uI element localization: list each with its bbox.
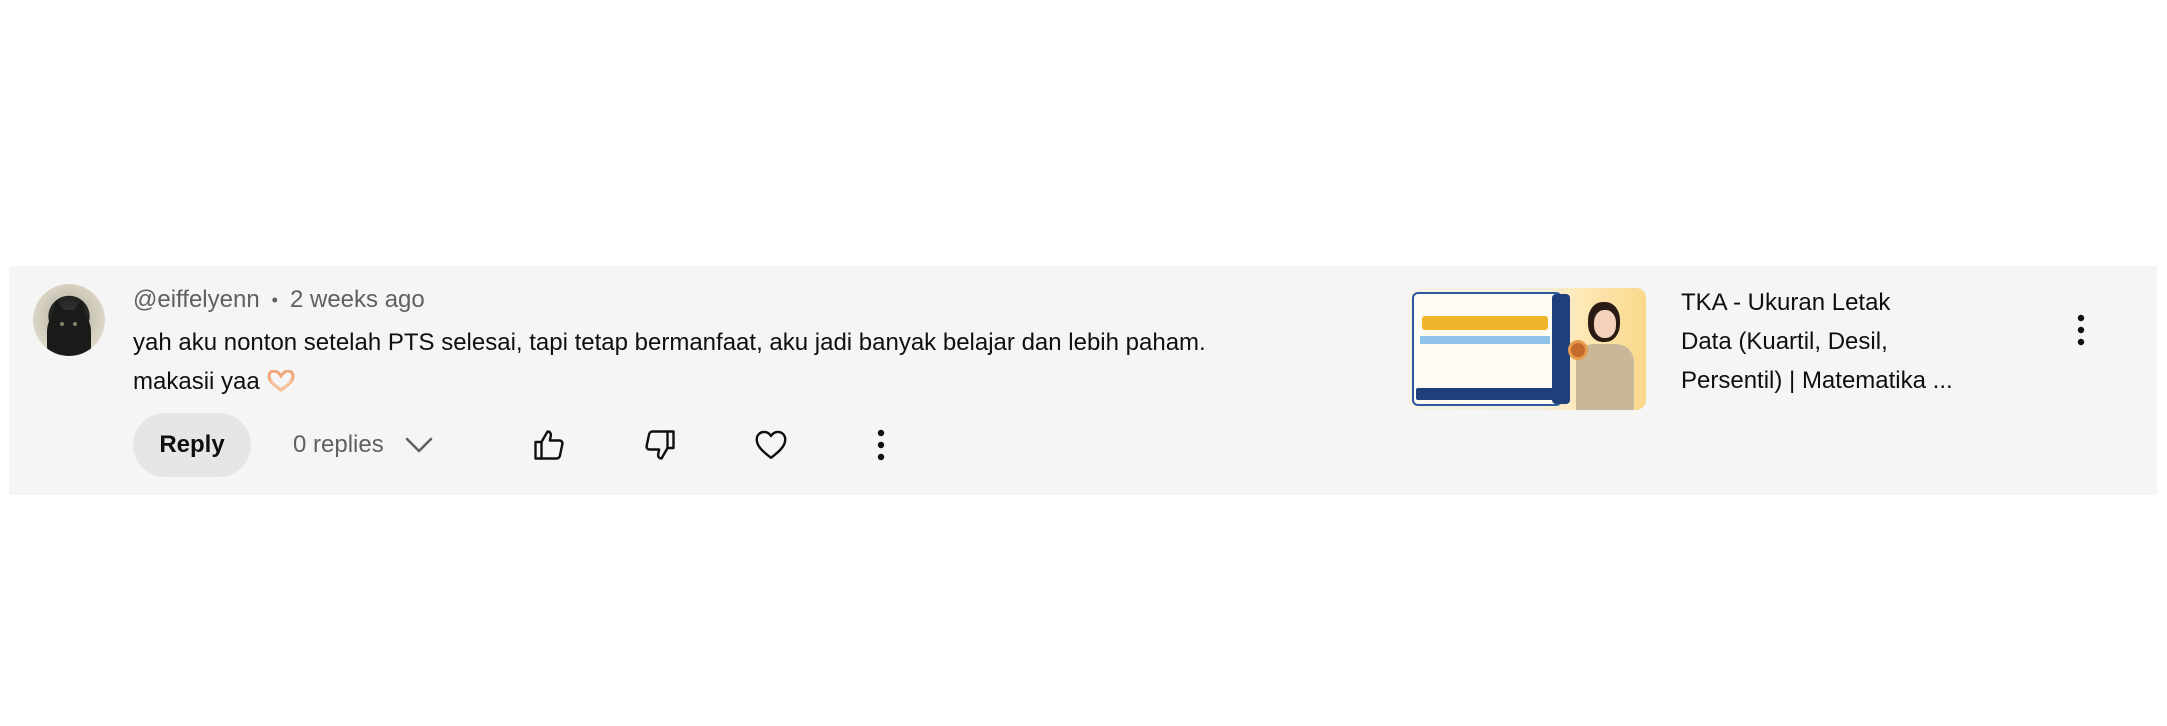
dislike-button[interactable] bbox=[634, 419, 686, 471]
thumbnail-donut bbox=[1568, 340, 1588, 360]
comment-meta: @eiffelyenn • 2 weeks ago bbox=[133, 283, 425, 317]
video-title-line: Persentil) | Matematika ... bbox=[1681, 367, 1953, 394]
meta-separator: • bbox=[271, 289, 278, 310]
avatar-cat-eye bbox=[60, 322, 64, 326]
avatar-cat-eye bbox=[73, 322, 77, 326]
comment-text-line-2: makasii yaa bbox=[133, 368, 260, 395]
heart-icon bbox=[755, 430, 787, 459]
more-vertical-icon bbox=[877, 429, 885, 461]
author-handle[interactable]: @eiffelyenn bbox=[133, 286, 260, 314]
replies-toggle[interactable]: 0 replies bbox=[293, 413, 434, 477]
thumbs-up-icon bbox=[534, 430, 564, 460]
more-vertical-icon bbox=[2077, 314, 2085, 346]
video-title-line: TKA - Ukuran Letak bbox=[1681, 289, 1891, 316]
comment-text-line: yah aku nonton setelah PTS selesai, tapi… bbox=[133, 329, 1206, 356]
comment-more-button[interactable] bbox=[855, 419, 907, 471]
chevron-down-icon bbox=[405, 437, 433, 453]
heart-button[interactable] bbox=[745, 419, 797, 471]
avatar[interactable] bbox=[33, 284, 105, 356]
thumbnail-footer-band bbox=[1416, 388, 1556, 400]
thumbnail-title-band bbox=[1422, 316, 1548, 330]
comment-timestamp[interactable]: 2 weeks ago bbox=[290, 286, 425, 314]
like-button[interactable] bbox=[523, 419, 575, 471]
video-more-button[interactable] bbox=[2065, 308, 2097, 352]
thumbnail-person-face bbox=[1594, 310, 1616, 338]
comment-actions: Reply 0 replies bbox=[133, 413, 933, 477]
page: @eiffelyenn • 2 weeks ago yah aku nonton… bbox=[0, 0, 2167, 726]
avatar-cat bbox=[47, 310, 91, 356]
video-title[interactable]: TKA - Ukuran Letak Data (Kuartil, Desil,… bbox=[1681, 283, 2001, 400]
comment-text: yah aku nonton setelah PTS selesai, tapi… bbox=[133, 323, 1373, 401]
video-title-line: Data (Kuartil, Desil, bbox=[1681, 328, 1888, 355]
thumbs-down-icon bbox=[645, 430, 675, 460]
thumbnail-subtitle-band bbox=[1420, 336, 1550, 344]
video-thumbnail[interactable] bbox=[1408, 288, 1646, 410]
replies-count: 0 replies bbox=[293, 431, 384, 458]
reply-button[interactable]: Reply bbox=[133, 413, 251, 477]
comment-card: @eiffelyenn • 2 weeks ago yah aku nonton… bbox=[9, 266, 2157, 495]
comment-text-line: makasii yaa bbox=[133, 362, 1373, 401]
heart-hands-emoji-icon bbox=[267, 370, 295, 392]
